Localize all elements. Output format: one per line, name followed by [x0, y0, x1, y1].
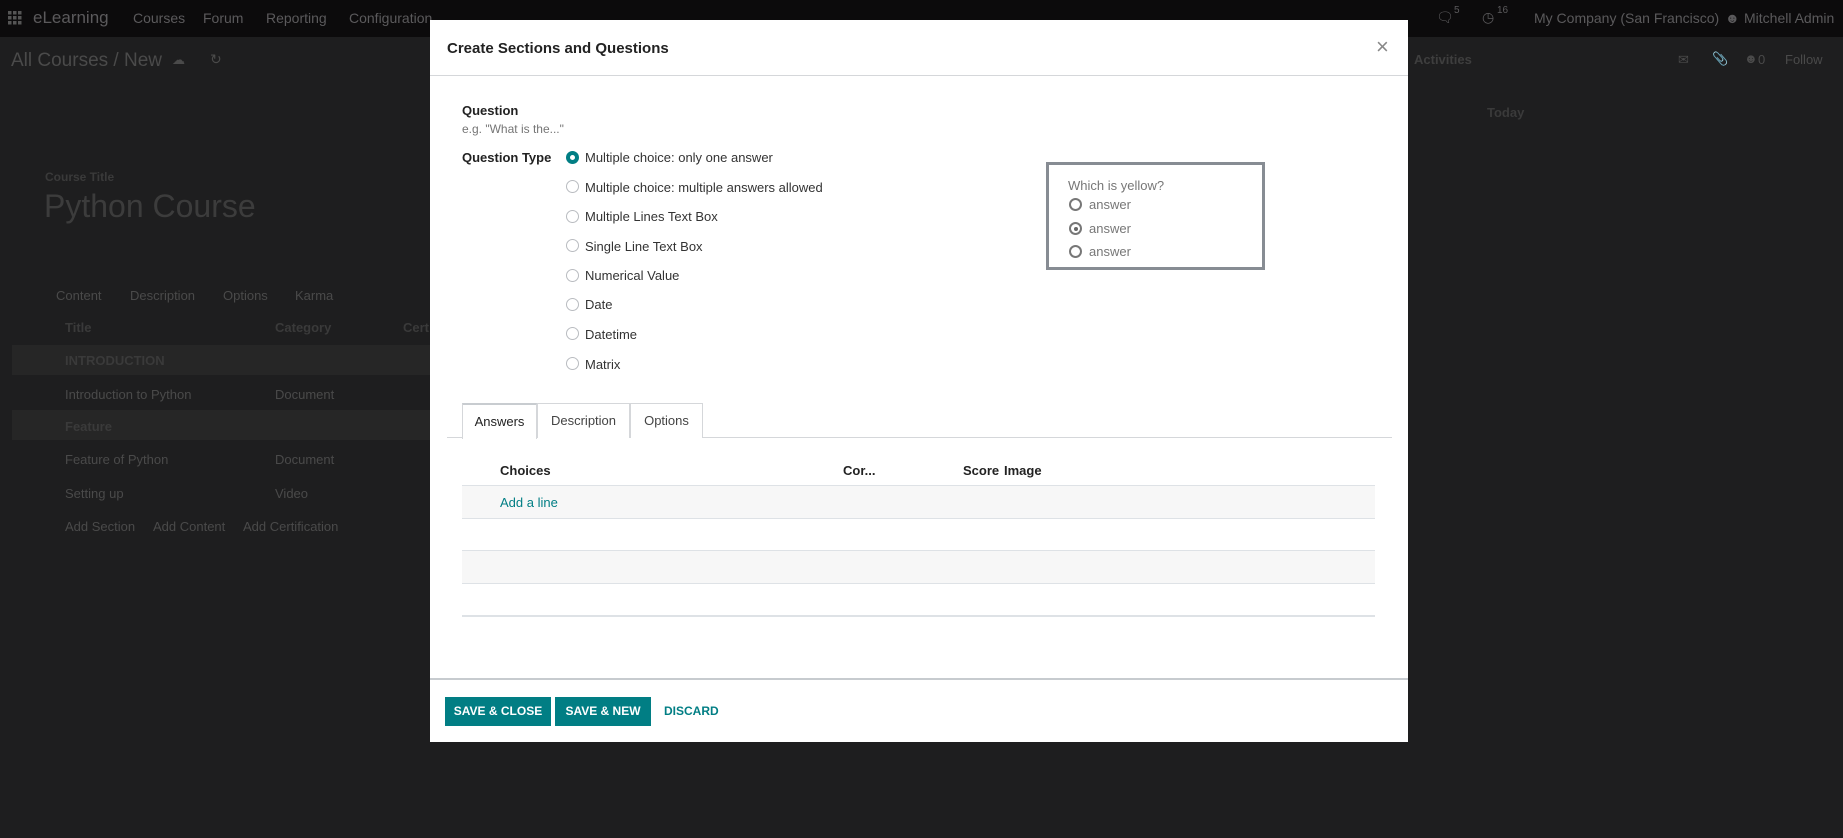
- followers-icon[interactable]: ☻: [1744, 51, 1758, 66]
- row-title[interactable]: Setting up: [65, 486, 124, 501]
- row-title[interactable]: Introduction to Python: [65, 387, 191, 402]
- followers-count: 0: [1758, 52, 1766, 67]
- row-title[interactable]: Feature of Python: [65, 452, 168, 467]
- row-divider: [462, 518, 1375, 519]
- preview-answer: answer: [1089, 197, 1131, 212]
- col-cert[interactable]: Cert: [403, 320, 429, 335]
- question-input[interactable]: [462, 122, 892, 136]
- tab-description[interactable]: Description: [130, 288, 195, 303]
- tab-options[interactable]: Options: [223, 288, 268, 303]
- tab-description[interactable]: Description: [537, 403, 630, 438]
- user-menu[interactable]: Mitchell Admin: [1744, 10, 1834, 26]
- preview-answer: answer: [1089, 244, 1131, 259]
- tab-karma[interactable]: Karma: [295, 288, 333, 303]
- activities-button[interactable]: Activities: [1414, 52, 1472, 67]
- course-title-field[interactable]: Python Course: [44, 188, 256, 225]
- follow-button[interactable]: Follow: [1785, 52, 1823, 67]
- save-new-button[interactable]: SAVE & NEW: [555, 697, 651, 726]
- row-divider: [462, 550, 1375, 551]
- add-section-link[interactable]: Add Section: [65, 519, 135, 534]
- question-label: Question: [462, 103, 519, 118]
- col-title[interactable]: Title: [65, 320, 92, 335]
- preview-radio: [1069, 245, 1082, 258]
- add-certification-link[interactable]: Add Certification: [243, 519, 338, 534]
- col-correct[interactable]: Cor...: [843, 463, 876, 478]
- company-switcher[interactable]: My Company (San Francisco): [1534, 10, 1719, 26]
- radio-multiple-choice[interactable]: [566, 180, 579, 193]
- menu-courses[interactable]: Courses: [133, 10, 185, 26]
- row-divider: [462, 485, 1375, 486]
- question-preview: Which is yellow? answer answer answer: [1046, 162, 1265, 270]
- menu-forum[interactable]: Forum: [203, 10, 243, 26]
- discard-button[interactable]: DISCARD: [664, 704, 719, 718]
- type-label: Multiple choice: only one answer: [585, 150, 773, 165]
- app-grid-icon[interactable]: [8, 11, 22, 25]
- tab-answers[interactable]: Answers: [462, 403, 537, 439]
- create-question-dialog: Create Sections and Questions × Question…: [430, 20, 1408, 742]
- type-label: Matrix: [585, 357, 621, 372]
- question-type-label: Question Type: [462, 150, 552, 165]
- row-divider: [462, 615, 1375, 617]
- preview-radio-selected: [1069, 222, 1082, 235]
- app-name[interactable]: eLearning: [33, 8, 109, 28]
- col-image[interactable]: Image: [1004, 463, 1042, 478]
- radio-single-line-text[interactable]: [566, 239, 579, 252]
- chat-icon[interactable]: 🗨: [1436, 9, 1454, 26]
- type-label: Multiple choice: multiple answers allowe…: [585, 180, 823, 195]
- message-icon[interactable]: ✉: [1678, 52, 1689, 68]
- avatar[interactable]: ☻: [1725, 10, 1740, 26]
- row-title[interactable]: INTRODUCTION: [65, 353, 165, 368]
- breadcrumb[interactable]: All Courses / New: [11, 50, 162, 72]
- tab-content[interactable]: Content: [56, 288, 102, 303]
- add-a-line-link[interactable]: Add a line: [500, 495, 558, 510]
- type-label: Datetime: [585, 327, 638, 342]
- save-cloud-icon[interactable]: ☁: [172, 52, 185, 68]
- col-category[interactable]: Category: [275, 320, 331, 335]
- today-label: Today: [1487, 105, 1525, 120]
- row-category: Video: [275, 486, 309, 501]
- row-category: Document: [275, 387, 335, 402]
- radio-datetime[interactable]: [566, 327, 579, 340]
- menu-reporting[interactable]: Reporting: [266, 10, 327, 26]
- type-label: Date: [585, 297, 613, 312]
- course-title-label: Course Title: [45, 170, 115, 184]
- save-close-button[interactable]: SAVE & CLOSE: [445, 697, 551, 726]
- radio-date[interactable]: [566, 298, 579, 311]
- row-title[interactable]: Feature: [65, 419, 112, 434]
- row-divider: [462, 583, 1375, 584]
- messages-badge: 5: [1454, 5, 1460, 16]
- col-choices[interactable]: Choices: [500, 463, 551, 478]
- type-label: Single Line Text Box: [585, 239, 703, 254]
- preview-radio: [1069, 198, 1082, 211]
- radio-matrix[interactable]: [566, 357, 579, 370]
- tab-options[interactable]: Options: [630, 403, 703, 438]
- row-category: Document: [275, 452, 335, 467]
- dialog-title: Create Sections and Questions: [447, 40, 669, 57]
- add-content-link[interactable]: Add Content: [153, 519, 225, 534]
- preview-question: Which is yellow?: [1068, 178, 1165, 193]
- radio-multiline-text[interactable]: [566, 210, 579, 223]
- type-label: Multiple Lines Text Box: [585, 209, 718, 224]
- menu-configuration[interactable]: Configuration: [349, 10, 432, 26]
- close-icon[interactable]: ×: [1376, 34, 1389, 60]
- type-label: Numerical Value: [585, 268, 680, 283]
- radio-single-choice[interactable]: [566, 151, 579, 164]
- footer-divider: [430, 678, 1408, 680]
- activities-badge: 16: [1497, 5, 1509, 16]
- table-row: [462, 551, 1375, 583]
- dialog-header: Create Sections and Questions ×: [430, 20, 1408, 76]
- col-score[interactable]: Score: [963, 463, 999, 478]
- preview-answer: answer: [1089, 221, 1131, 236]
- paperclip-icon[interactable]: 📎: [1712, 51, 1728, 67]
- radio-numerical[interactable]: [566, 269, 579, 282]
- clock-icon[interactable]: ◷: [1482, 9, 1494, 26]
- discard-changes-icon[interactable]: ↻: [210, 51, 222, 68]
- table-row: [462, 486, 1375, 518]
